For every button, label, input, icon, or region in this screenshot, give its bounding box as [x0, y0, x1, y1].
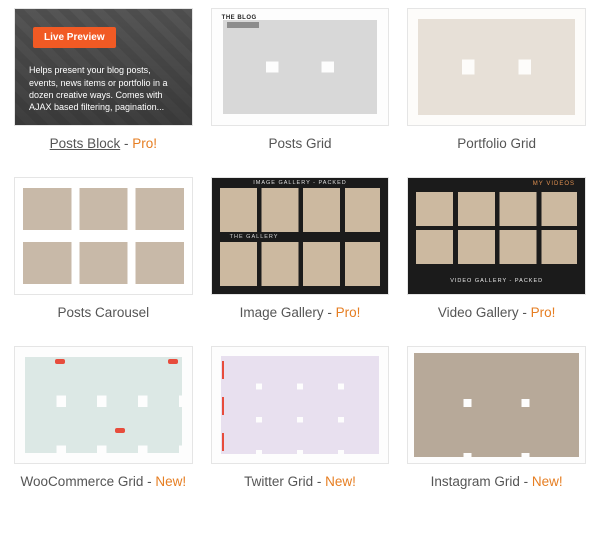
overlay-label-2: VIDEO GALLERY - PACKED — [408, 278, 585, 284]
live-preview-button[interactable]: Live Preview — [33, 27, 116, 48]
title: WooCommerce Grid — [21, 474, 144, 489]
card-posts-carousel[interactable]: Posts Carousel — [14, 177, 193, 320]
badge-pro: Pro! — [531, 305, 556, 320]
thumb-video-gallery: MY VIDEOS VIDEO GALLERY - PACKED — [407, 177, 586, 295]
sale-badge-icon — [115, 428, 125, 433]
thumb-portfolio-grid — [407, 8, 586, 126]
title: Portfolio Grid — [457, 136, 536, 151]
overlay-label: IMAGE GALLERY - PACKED — [212, 180, 389, 186]
thumb-posts-block: Live Preview Helps present your blog pos… — [14, 8, 193, 126]
card-instagram-grid[interactable]: Instagram Grid - New! — [407, 346, 586, 489]
badge-pro: Pro! — [132, 136, 157, 151]
caption-portfolio-grid[interactable]: Portfolio Grid — [407, 136, 586, 151]
caption-video-gallery[interactable]: Video Gallery - Pro! — [407, 305, 586, 320]
badge-new: New! — [532, 474, 563, 489]
overlay-heading: THE BLOG — [222, 15, 257, 21]
caption-posts-grid[interactable]: Posts Grid — [211, 136, 390, 151]
caption-twitter-grid[interactable]: Twitter Grid - New! — [211, 474, 390, 489]
title: Posts Carousel — [58, 305, 150, 320]
accent-bar-icon — [222, 433, 224, 451]
sale-badge-icon — [168, 359, 178, 364]
caption-posts-block[interactable]: Posts Block - Pro! — [14, 136, 193, 151]
title: Image Gallery — [240, 305, 324, 320]
title: Posts Block — [50, 136, 121, 151]
card-image-gallery[interactable]: IMAGE GALLERY - PACKED THE GALLERY Image… — [211, 177, 390, 320]
sale-badge-icon — [55, 359, 65, 364]
overlay-label-2: THE GALLERY — [230, 234, 279, 240]
thumb-instagram-grid — [407, 346, 586, 464]
thumb-image-gallery: IMAGE GALLERY - PACKED THE GALLERY — [211, 177, 390, 295]
thumb-posts-carousel — [14, 177, 193, 295]
caption-image-gallery[interactable]: Image Gallery - Pro! — [211, 305, 390, 320]
badge-new: New! — [325, 474, 356, 489]
card-posts-block[interactable]: Live Preview Helps present your blog pos… — [14, 8, 193, 151]
card-twitter-grid[interactable]: Twitter Grid - New! — [211, 346, 390, 489]
title: Posts Grid — [268, 136, 331, 151]
overlay-label: MY VIDEOS — [533, 181, 575, 187]
caption-woocommerce-grid[interactable]: WooCommerce Grid - New! — [14, 474, 193, 489]
caption-posts-carousel[interactable]: Posts Carousel — [14, 305, 193, 320]
thumb-woocommerce-grid — [14, 346, 193, 464]
card-posts-grid[interactable]: THE BLOG Posts Grid — [211, 8, 390, 151]
accent-bar-icon — [222, 361, 224, 379]
card-video-gallery[interactable]: MY VIDEOS VIDEO GALLERY - PACKED Video G… — [407, 177, 586, 320]
badge-new: New! — [155, 474, 186, 489]
caption-instagram-grid[interactable]: Instagram Grid - New! — [407, 474, 586, 489]
card-portfolio-grid[interactable]: Portfolio Grid — [407, 8, 586, 151]
template-grid: Live Preview Helps present your blog pos… — [14, 8, 586, 489]
accent-bar-icon — [222, 397, 224, 415]
thumb-twitter-grid — [211, 346, 390, 464]
card-woocommerce-grid[interactable]: WooCommerce Grid - New! — [14, 346, 193, 489]
badge-pro: Pro! — [336, 305, 361, 320]
thumb-posts-grid: THE BLOG — [211, 8, 390, 126]
title: Video Gallery — [438, 305, 519, 320]
title: Instagram Grid — [431, 474, 520, 489]
title: Twitter Grid — [244, 474, 313, 489]
posts-block-description: Helps present your blog posts, events, n… — [29, 64, 178, 113]
